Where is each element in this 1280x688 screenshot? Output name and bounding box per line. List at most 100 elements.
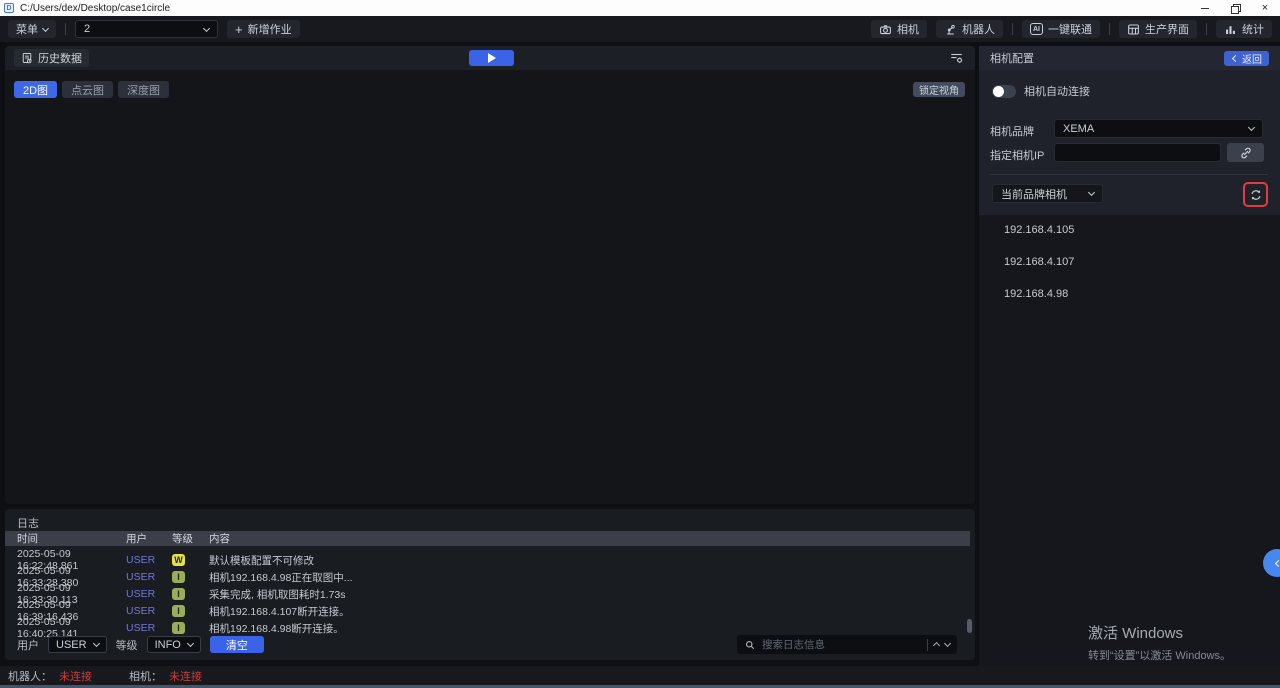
camera-status-label: 相机：: [129, 668, 162, 684]
toolbar: 菜单 2 + 新增作业 相机 机器人 AI 一键联通: [0, 16, 1280, 42]
camera-config-panel: 相机配置 返回 相机自动连接 相机品牌 XEMA 指定相机IP: [979, 46, 1280, 666]
log-col-level: 等级: [172, 531, 209, 546]
watermark-line1: 激活 Windows: [1088, 622, 1231, 643]
statistics-button[interactable]: 统计: [1216, 20, 1272, 38]
camera-button[interactable]: 相机: [871, 20, 927, 38]
robot-status-value: 未连接: [59, 668, 92, 684]
job-select[interactable]: 2: [75, 20, 218, 38]
restore-button[interactable]: [1220, 0, 1250, 16]
log-content: 默认模板配置不可修改: [209, 553, 963, 568]
log-col-time: 时间: [17, 531, 126, 546]
toggle-knob-icon: [993, 86, 1004, 97]
camera-ip-list: 192.168.4.105 192.168.4.107 192.168.4.98: [979, 215, 1280, 300]
camera-ip-item[interactable]: 192.168.4.98: [1004, 288, 1280, 300]
status-bar: 机器人： 未连接 相机： 未连接: [0, 666, 1280, 685]
back-button[interactable]: 返回: [1224, 51, 1269, 66]
current-brand-select[interactable]: 当前品牌相机: [992, 184, 1103, 203]
log-filter-controls: 用户 USER 等级 INFO 清空: [17, 636, 264, 653]
lock-view-button[interactable]: 锁定视角: [913, 82, 965, 97]
camera-button-label: 相机: [897, 21, 919, 37]
clear-log-button[interactable]: 清空: [210, 636, 264, 653]
user-filter-select[interactable]: USER: [48, 636, 107, 653]
back-button-label: 返回: [1242, 51, 1262, 66]
search-next-button[interactable]: [944, 640, 951, 647]
brand-select[interactable]: XEMA: [1054, 119, 1263, 138]
log-level-badge: I: [172, 588, 185, 600]
window-title: C:/Users/dex/Desktop/case1circle: [20, 3, 170, 14]
play-button[interactable]: [469, 50, 514, 66]
connect-ip-button[interactable]: [1227, 143, 1264, 162]
refresh-camera-list-button[interactable]: [1243, 182, 1268, 207]
log-panel-title: 日志: [5, 509, 975, 531]
menu-button-label: 菜单: [16, 21, 38, 37]
log-col-user: 用户: [126, 531, 172, 546]
log-panel: 日志 时间 用户 等级 内容 2025-05-09 16:22:48,861 U…: [5, 509, 975, 660]
link-icon: [1239, 146, 1253, 160]
chevron-down-icon: [93, 640, 100, 647]
menu-button[interactable]: 菜单: [8, 20, 56, 38]
camera-ip-item[interactable]: 192.168.4.105: [1004, 224, 1280, 236]
camera-ip-input[interactable]: [1063, 147, 1212, 159]
close-button[interactable]: ×: [1250, 0, 1280, 16]
tab-depth-map[interactable]: 深度图: [118, 81, 169, 98]
log-row: 2025-05-09 16:39:16,436 USER I 相机192.168…: [5, 599, 963, 616]
chevron-down-icon: [42, 24, 49, 31]
level-filter-select[interactable]: INFO: [147, 636, 201, 653]
new-job-button[interactable]: + 新增作业: [227, 20, 300, 38]
view-tabs: 2D图 点云图 深度图: [14, 81, 169, 98]
refresh-icon: [1249, 188, 1263, 202]
log-content: 相机192.168.4.98断开连接。: [209, 621, 963, 636]
toolbar-right-group: 相机 机器人 AI 一键联通 生产界面 统计: [871, 20, 1272, 38]
production-view-button[interactable]: 生产界面: [1119, 20, 1197, 38]
plus-icon: +: [235, 23, 243, 36]
one-key-link-label: 一键联通: [1048, 21, 1092, 37]
brand-select-value: XEMA: [1063, 123, 1094, 135]
robot-button-label: 机器人: [962, 21, 995, 37]
app-window: D C:/Users/dex/Desktop/case1circle × 菜单 …: [0, 0, 1280, 688]
log-table-header: 时间 用户 等级 内容: [5, 531, 970, 546]
robot-status-label: 机器人：: [8, 668, 52, 684]
log-user: USER: [126, 588, 172, 600]
auto-connect-toggle[interactable]: [992, 85, 1016, 98]
filter-settings-button[interactable]: [947, 50, 965, 66]
separator: [927, 639, 928, 651]
one-key-link-button[interactable]: AI 一键联通: [1022, 20, 1100, 38]
camera-status-value: 未连接: [169, 668, 202, 684]
minimize-button[interactable]: [1190, 0, 1220, 16]
log-content: 相机192.168.4.98正在取图中...: [209, 570, 963, 585]
auto-connect-row: 相机自动连接: [992, 83, 1090, 99]
ai-icon: AI: [1030, 23, 1043, 35]
production-view-label: 生产界面: [1145, 21, 1189, 37]
log-content: 相机192.168.4.107断开连接。: [209, 604, 963, 619]
back-chevron-icon: [1232, 54, 1239, 61]
auto-connect-label: 相机自动连接: [1024, 83, 1090, 99]
chevron-down-icon: [187, 640, 194, 647]
history-data-panel: 历史数据 2D图 点云图 深度图 锁定视角: [5, 46, 975, 504]
bar-chart-icon: [1224, 23, 1237, 36]
user-filter-label: 用户: [17, 637, 39, 653]
play-icon: [488, 53, 496, 63]
log-user: USER: [126, 571, 172, 583]
camera-ip-item[interactable]: 192.168.4.107: [1004, 256, 1280, 268]
log-scrollbar-thumb[interactable]: [967, 619, 972, 633]
tab-2d-image[interactable]: 2D图: [14, 81, 57, 98]
log-table: 2025-05-09 16:22:48,861 USER W 默认模板配置不可修…: [5, 548, 963, 633]
current-brand-value: 当前品牌相机: [1001, 186, 1067, 202]
chevron-down-icon: [203, 24, 210, 31]
job-select-value: 2: [84, 23, 90, 35]
user-filter-value: USER: [56, 639, 87, 651]
camera-panel-header: 相机配置 返回: [979, 46, 1280, 70]
history-data-tab[interactable]: 历史数据: [14, 49, 89, 67]
log-user: USER: [126, 605, 172, 617]
log-level-badge: I: [172, 571, 185, 583]
camera-icon: [879, 23, 892, 36]
log-level-badge: I: [172, 605, 185, 617]
search-input[interactable]: [762, 639, 921, 651]
search-prev-button[interactable]: [933, 642, 940, 649]
tab-point-cloud[interactable]: 点云图: [62, 81, 113, 98]
watermark-line2: 转到“设置”以激活 Windows。: [1088, 647, 1231, 663]
robot-button[interactable]: 机器人: [936, 20, 1003, 38]
log-user: USER: [126, 554, 172, 566]
divider: [990, 174, 1268, 175]
history-panel-header: 历史数据: [5, 46, 975, 70]
